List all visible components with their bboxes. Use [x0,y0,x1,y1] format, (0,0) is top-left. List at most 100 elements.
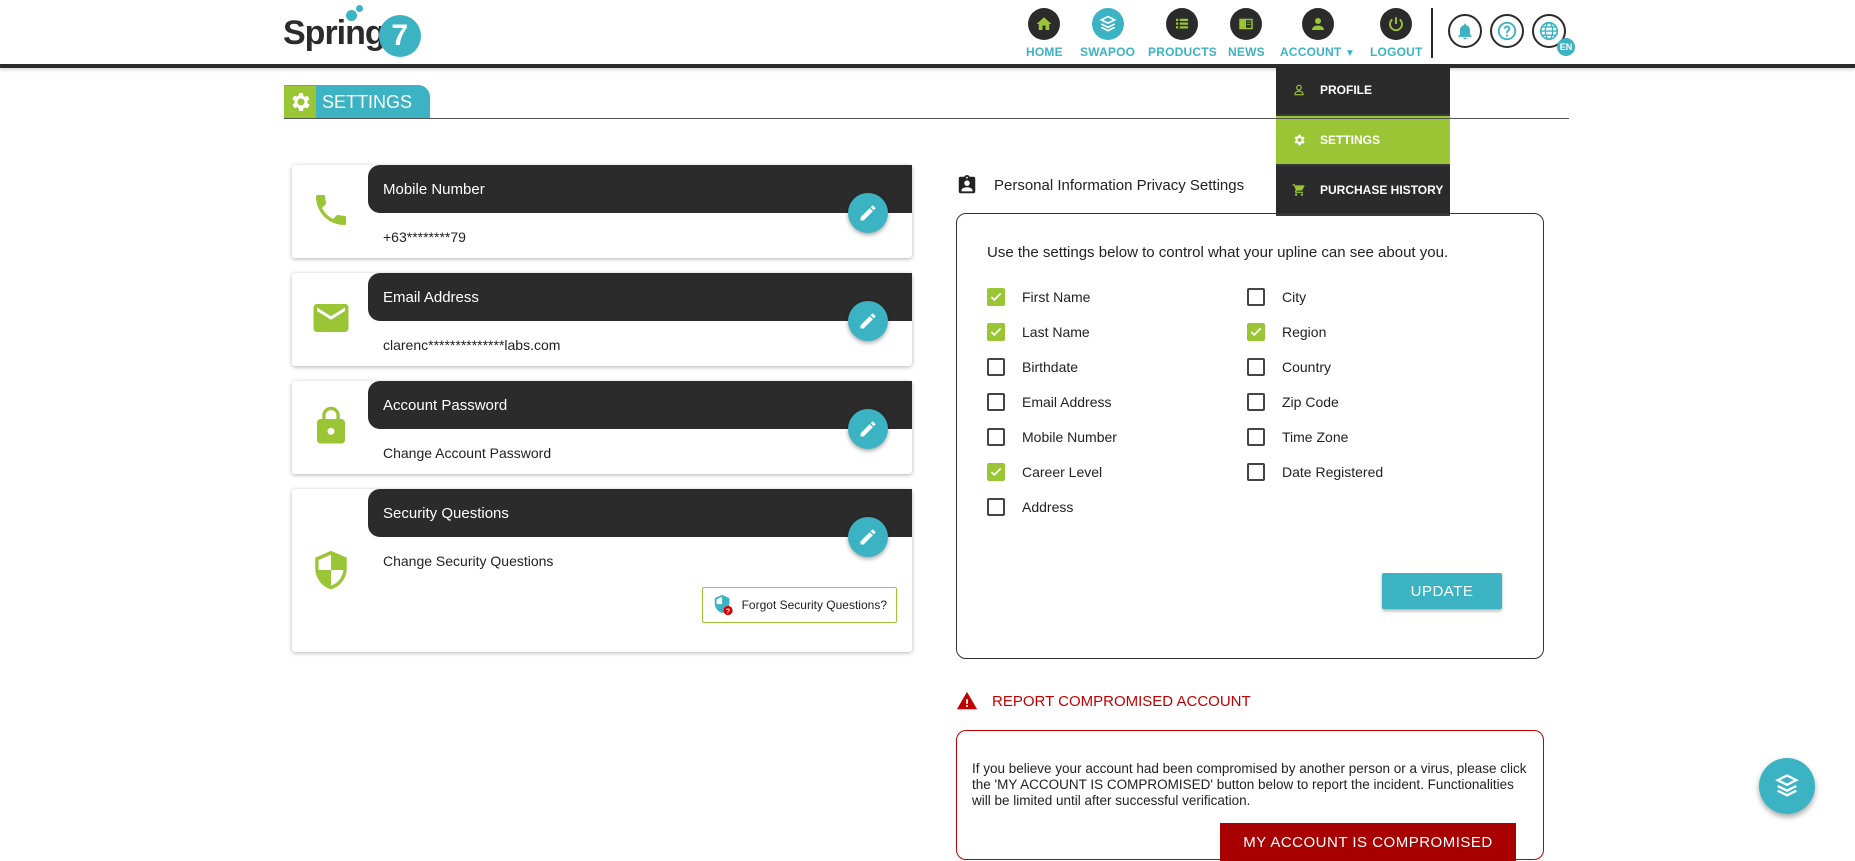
menu-item-purchase-history[interactable]: PURCHASE HISTORY [1276,166,1450,216]
nav-swapoo[interactable]: SWAPOO [1080,8,1135,59]
card-value: +63********79 [383,229,466,245]
checkbox-zip-code[interactable]: Zip Code [1247,393,1339,411]
my-account-is-compromised-button[interactable]: MY ACCOUNT IS COMPROMISED [1220,823,1516,861]
checkbox-checked[interactable] [987,323,1005,341]
help-icon[interactable] [1490,14,1524,48]
nav-news-label: NEWS [1228,45,1265,59]
checkbox-address[interactable]: Address [987,498,1073,516]
checkbox-unchecked[interactable] [1247,358,1265,376]
shield-icon [310,549,352,591]
nav-swapoo-label: SWAPOO [1080,45,1136,59]
chevron-down-icon: ▼ [1344,48,1356,59]
contact-badge-icon [958,174,976,194]
pencil-icon [860,529,876,545]
svg-text:?: ? [725,606,730,615]
checkbox-checked[interactable] [987,463,1005,481]
power-icon [1380,8,1413,40]
checkbox-checked[interactable] [1247,323,1265,341]
pencil-icon [860,313,876,329]
checkbox-unchecked[interactable] [1247,393,1265,411]
checkbox-unchecked[interactable] [987,393,1005,411]
checkbox-email-address[interactable]: Email Address [987,393,1111,411]
checkbox-city[interactable]: City [1247,288,1306,306]
forgot-security-questions-button[interactable]: ? Forgot Security Questions? [701,587,897,623]
gear-icon [284,86,316,118]
card-title: Mobile Number [368,165,912,213]
title-divider [284,118,1569,119]
menu-item-profile[interactable]: PROFILE [1276,66,1450,116]
nav-logout[interactable]: LOGOUT [1370,8,1423,59]
edit-mobile-button[interactable] [848,193,888,233]
card-value: Change Account Password [383,445,552,461]
email-icon [310,297,352,339]
email-address-card: Email Address clarenc**************labs.… [292,273,912,366]
nav-divider [1431,8,1433,58]
logo-text: Spring [283,13,386,52]
swapoo-floating-button[interactable] [1759,758,1815,814]
checkbox-first-name[interactable]: First Name [987,288,1090,306]
notification-bell-icon[interactable] [1448,14,1482,48]
checkbox-label: Region [1282,324,1327,340]
checkbox-unchecked[interactable] [987,428,1005,446]
checkbox-birthdate[interactable]: Birthdate [987,358,1078,376]
checkbox-checked[interactable] [987,288,1005,306]
language-badge: EN [1557,38,1575,56]
card-title: Security Questions [368,489,912,537]
checkbox-time-zone[interactable]: Time Zone [1247,428,1348,446]
edit-security-questions-button[interactable] [848,517,888,557]
edit-password-button[interactable] [848,409,888,449]
privacy-intro-text: Use the settings below to control what y… [987,244,1449,261]
cart-icon [1292,184,1305,196]
menu-item-label: PURCHASE HISTORY [1320,183,1444,197]
checkbox-unchecked[interactable] [1247,428,1265,446]
person-icon [1301,8,1334,40]
checkbox-country[interactable]: Country [1247,358,1331,376]
nav-news[interactable]: NEWS [1228,8,1265,59]
checkbox-label: Email Address [1022,394,1112,410]
update-button[interactable]: UPDATE [1382,573,1502,609]
checkbox-label: Career Level [1022,464,1103,480]
checkbox-career-level[interactable]: Career Level [987,463,1102,481]
person-icon [1294,84,1304,96]
card-value: Change Security Questions [383,553,554,569]
checkbox-region[interactable]: Region [1247,323,1326,341]
checkbox-label: Address [1022,499,1074,515]
nav-logout-label: LOGOUT [1370,45,1423,59]
forgot-security-questions-label: Forgot Security Questions? [741,598,887,612]
news-icon [1230,8,1263,40]
checkbox-label: City [1282,289,1307,305]
checkbox-unchecked[interactable] [987,358,1005,376]
nav-account-text: ACCOUNT [1280,45,1342,59]
card-value: clarenc**************labs.com [383,337,561,353]
report-title-text: REPORT COMPROMISED ACCOUNT [992,692,1251,710]
menu-item-settings[interactable]: SETTINGS [1276,116,1450,166]
mobile-number-card: Mobile Number +63********79 [292,165,912,258]
nav-account[interactable]: ACCOUNT ▼ [1280,8,1355,59]
nav-products[interactable]: PRODUCTS [1148,8,1217,59]
checkbox-last-name[interactable]: Last Name [987,323,1090,341]
checkbox-unchecked[interactable] [1247,288,1265,306]
checkbox-mobile-number[interactable]: Mobile Number [987,428,1117,446]
lock-icon [310,405,352,447]
logo-dot [346,10,357,21]
checkbox-label: First Name [1022,289,1091,305]
checkbox-unchecked[interactable] [987,498,1005,516]
privacy-title-text: Personal Information Privacy Settings [994,176,1245,194]
card-title: Email Address [368,273,912,321]
settings-tab: SETTINGS [284,85,431,119]
swapoo-icon [1775,774,1799,797]
nav-home[interactable]: HOME [1026,8,1063,59]
checkbox-date-registered[interactable]: Date Registered [1247,463,1383,481]
top-header [0,0,1855,68]
checkbox-label: Mobile Number [1022,429,1117,445]
card-title: Account Password [368,381,912,429]
report-compromised-panel: If you believe your account had been com… [956,730,1544,861]
checkbox-label: Last Name [1022,324,1090,340]
edit-email-button[interactable] [848,301,888,341]
checkbox-unchecked[interactable] [1247,463,1265,481]
checkbox-label: Birthdate [1022,359,1079,375]
checkbox-label: Zip Code [1282,394,1339,410]
gear-icon [1294,134,1305,146]
products-icon [1166,8,1199,40]
checkbox-label: Time Zone [1282,429,1349,445]
